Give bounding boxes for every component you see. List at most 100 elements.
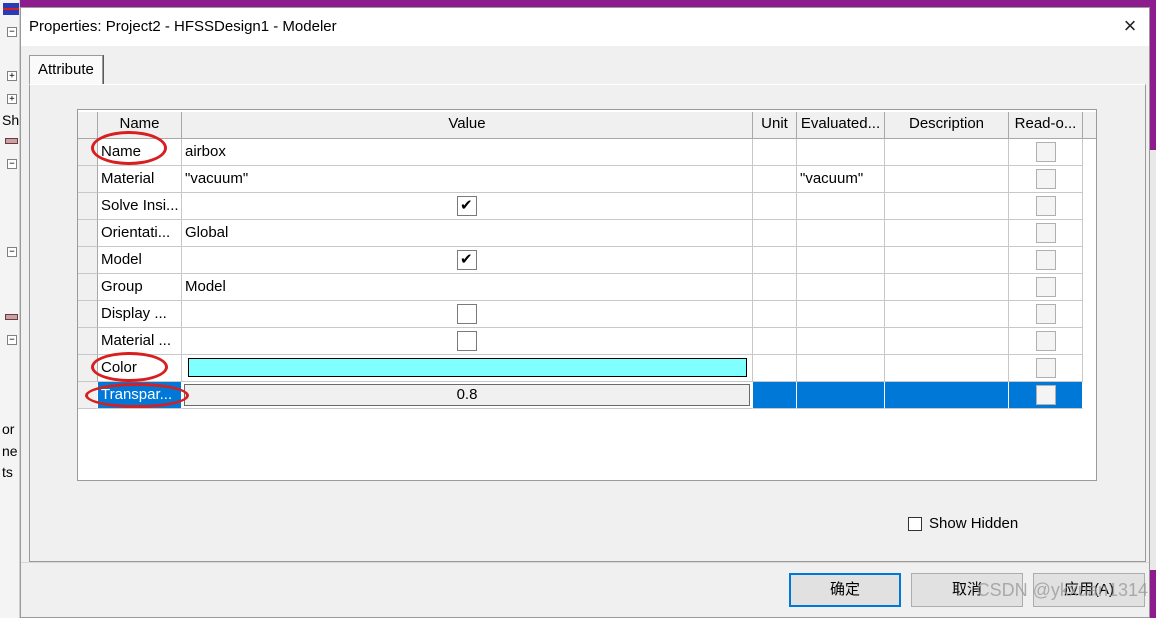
property-name: Display ... — [98, 301, 182, 328]
table-row[interactable]: Group Model — [78, 274, 1083, 301]
model-checkbox[interactable] — [457, 250, 477, 270]
tree-expand-icon[interactable]: + — [7, 71, 17, 81]
row-header[interactable] — [78, 220, 98, 247]
table-row[interactable]: Display ... — [78, 301, 1083, 328]
property-evaluated — [797, 247, 885, 274]
property-value: 0.8 — [182, 382, 753, 409]
show-hidden-checkbox[interactable] — [908, 516, 922, 531]
row-header[interactable] — [78, 139, 98, 166]
tab-strip: Attribute — [29, 55, 103, 85]
read-only-checkbox[interactable] — [1035, 358, 1056, 378]
column-header-value[interactable]: Value — [182, 112, 753, 139]
background-app-panel: − + + Sh − − − or ne ts — [0, 0, 20, 618]
property-value[interactable]: "vacuum" — [182, 166, 753, 193]
property-description[interactable] — [885, 355, 1009, 382]
row-header[interactable] — [78, 166, 98, 193]
show-hidden-option[interactable]: Show Hidden — [908, 515, 1018, 532]
property-description[interactable] — [885, 382, 1009, 409]
transparency-input[interactable]: 0.8 — [184, 384, 750, 406]
read-only-cell — [1009, 355, 1083, 382]
property-value[interactable]: airbox — [182, 139, 753, 166]
cancel-button[interactable]: 取消 — [911, 573, 1023, 607]
property-description[interactable] — [885, 247, 1009, 274]
row-header[interactable] — [78, 355, 98, 382]
read-only-cell — [1009, 220, 1083, 247]
apply-button[interactable]: 应用(A) — [1033, 573, 1145, 607]
tree-expand-icon[interactable]: + — [7, 94, 17, 104]
ok-button[interactable]: 确定 — [789, 573, 901, 607]
row-header[interactable] — [78, 328, 98, 355]
property-value[interactable]: Global — [182, 220, 753, 247]
column-header-unit[interactable]: Unit — [753, 112, 797, 139]
solve-inside-checkbox[interactable] — [457, 196, 477, 216]
dialog-titlebar[interactable]: Properties: Project2 - HFSSDesign1 - Mod… — [21, 8, 1149, 46]
property-unit — [753, 247, 797, 274]
property-name: Model — [98, 247, 182, 274]
column-header-description[interactable]: Description — [885, 112, 1009, 139]
row-header[interactable] — [78, 247, 98, 274]
property-description[interactable] — [885, 220, 1009, 247]
read-only-checkbox[interactable] — [1035, 331, 1056, 351]
read-only-checkbox[interactable] — [1035, 385, 1056, 405]
property-description[interactable] — [885, 139, 1009, 166]
property-evaluated — [797, 355, 885, 382]
read-only-checkbox[interactable] — [1035, 196, 1056, 216]
property-evaluated — [797, 139, 885, 166]
column-header-read-only[interactable]: Read-o... — [1009, 112, 1083, 139]
background-text: ts — [2, 464, 13, 480]
table-row[interactable]: Material "vacuum" "vacuum" — [78, 166, 1083, 193]
property-name: Name — [98, 139, 182, 166]
background-marker — [5, 138, 18, 144]
read-only-cell — [1009, 139, 1083, 166]
close-icon[interactable]: × — [1111, 8, 1149, 46]
property-value[interactable]: Model — [182, 274, 753, 301]
property-description[interactable] — [885, 328, 1009, 355]
property-evaluated — [797, 301, 885, 328]
property-evaluated — [797, 382, 885, 409]
property-description[interactable] — [885, 301, 1009, 328]
table-row[interactable]: Material ... — [78, 328, 1083, 355]
read-only-checkbox[interactable] — [1035, 223, 1056, 243]
row-header[interactable] — [78, 274, 98, 301]
property-name: Transpar... — [98, 382, 182, 409]
property-value — [182, 328, 753, 355]
property-description[interactable] — [885, 274, 1009, 301]
tree-collapse-icon[interactable]: − — [7, 335, 17, 345]
read-only-checkbox[interactable] — [1035, 277, 1056, 297]
table-row-selected[interactable]: Transpar... 0.8 — [78, 382, 1083, 409]
read-only-checkbox[interactable] — [1035, 250, 1056, 270]
row-header[interactable] — [78, 193, 98, 220]
background-text: or — [2, 421, 15, 437]
read-only-checkbox[interactable] — [1035, 142, 1056, 162]
material-appearance-checkbox[interactable] — [457, 331, 477, 351]
tree-collapse-icon[interactable]: − — [7, 247, 17, 257]
tab-attribute[interactable]: Attribute — [29, 55, 103, 85]
row-header[interactable] — [78, 301, 98, 328]
tree-collapse-icon[interactable]: − — [7, 159, 17, 169]
color-swatch[interactable] — [188, 358, 747, 377]
table-row[interactable]: Model — [78, 247, 1083, 274]
tree-collapse-icon[interactable]: − — [7, 27, 17, 37]
table-row[interactable]: Orientati... Global — [78, 220, 1083, 247]
property-unit — [753, 139, 797, 166]
property-evaluated: "vacuum" — [797, 166, 885, 193]
property-name: Orientati... — [98, 220, 182, 247]
column-header-name[interactable]: Name — [98, 112, 182, 139]
property-description[interactable] — [885, 166, 1009, 193]
table-row[interactable]: Name airbox — [78, 139, 1083, 166]
property-unit — [753, 355, 797, 382]
app-icon — [3, 3, 19, 15]
property-description[interactable] — [885, 193, 1009, 220]
property-name: Solve Insi... — [98, 193, 182, 220]
table-row[interactable]: Solve Insi... — [78, 193, 1083, 220]
display-wireframe-checkbox[interactable] — [457, 304, 477, 324]
row-header-corner — [78, 112, 98, 139]
row-header[interactable] — [78, 382, 98, 409]
background-text: ne — [2, 443, 18, 459]
read-only-checkbox[interactable] — [1035, 304, 1056, 324]
property-value — [182, 247, 753, 274]
column-header-evaluated[interactable]: Evaluated... — [797, 112, 885, 139]
table-row[interactable]: Color — [78, 355, 1083, 382]
property-unit — [753, 301, 797, 328]
read-only-checkbox[interactable] — [1035, 169, 1056, 189]
